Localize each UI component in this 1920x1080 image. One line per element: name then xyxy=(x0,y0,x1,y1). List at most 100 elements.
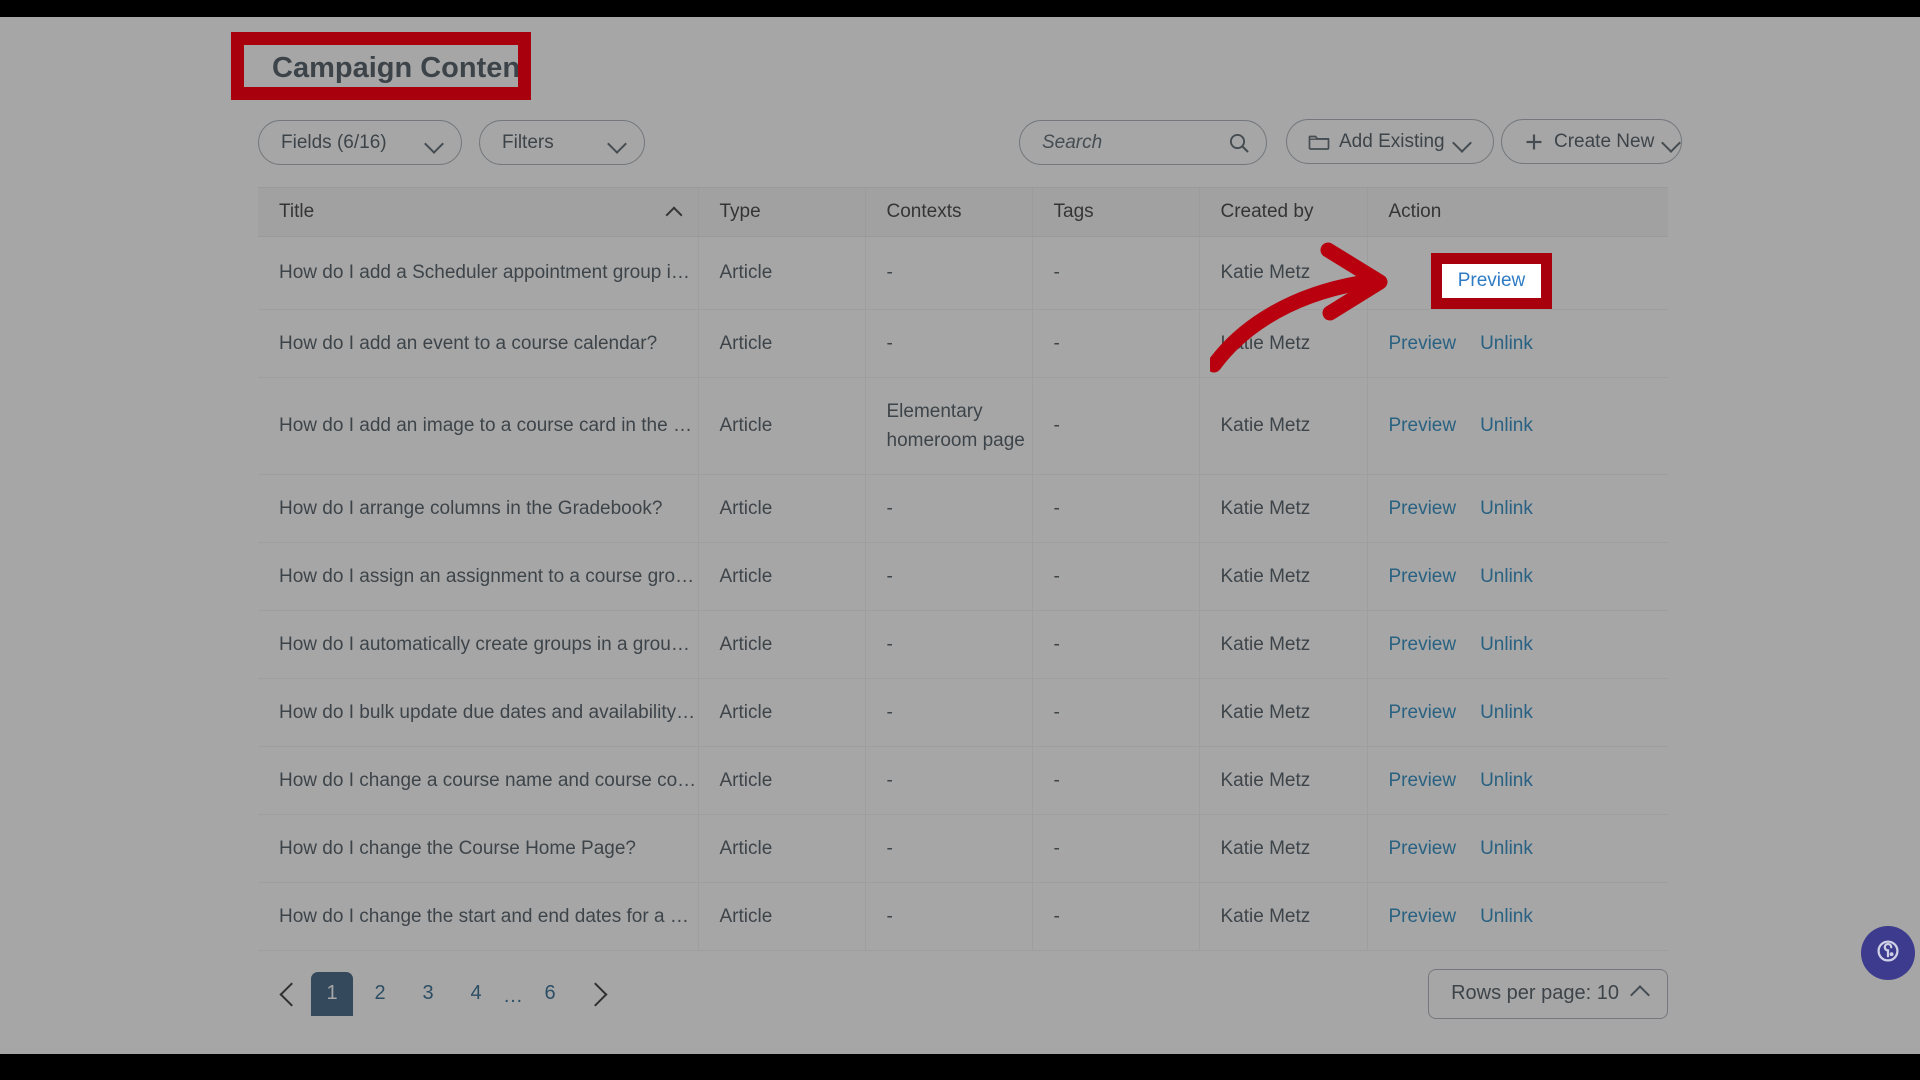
cell-action: Preview Unlink xyxy=(1367,474,1668,543)
unlink-link[interactable]: Unlink xyxy=(1480,766,1533,795)
cell-action: Preview Unlink xyxy=(1367,542,1668,611)
preview-link[interactable]: Preview xyxy=(1389,562,1457,591)
create-new-button[interactable]: Create New xyxy=(1501,119,1682,164)
cell-tags: - xyxy=(1032,309,1200,378)
unlink-link[interactable]: Unlink xyxy=(1480,834,1533,863)
preview-link[interactable]: Preview xyxy=(1389,630,1457,659)
cell-title: How do I change a course name and course… xyxy=(258,746,699,815)
chevron-left-icon xyxy=(279,986,295,1002)
pagination-page-6[interactable]: 6 xyxy=(529,972,571,1016)
cell-type: Article xyxy=(698,882,866,951)
table-row[interactable]: How do I bulk update due dates and avail… xyxy=(258,678,1668,747)
cell-title: How do I add an event to a course calend… xyxy=(258,309,699,378)
cell-created-by: Katie Metz xyxy=(1199,814,1368,883)
column-header-label: Contexts xyxy=(886,200,962,222)
cell-action: Preview Unlink xyxy=(1367,678,1668,747)
cell-type: Article xyxy=(698,746,866,815)
table-row[interactable]: How do I arrange columns in the Gradeboo… xyxy=(258,474,1668,543)
page-title-wrap: Campaign Content xyxy=(258,38,1668,98)
cell-contexts: - xyxy=(865,610,1033,679)
cell-tags: - xyxy=(1032,542,1200,611)
search-input[interactable] xyxy=(1042,131,1217,154)
filters-label: Filters xyxy=(502,131,554,153)
preview-link[interactable]: Preview xyxy=(1389,698,1457,727)
unlink-link[interactable]: Unlink xyxy=(1480,494,1533,523)
unlink-link[interactable]: Unlink xyxy=(1480,562,1533,591)
cell-title: How do I add an image to a course card i… xyxy=(258,377,699,475)
cell-type: Article xyxy=(698,309,866,378)
unlink-link[interactable]: Unlink xyxy=(1480,698,1533,727)
filters-dropdown[interactable]: Filters xyxy=(479,120,645,165)
cell-title: How do I arrange columns in the Gradeboo… xyxy=(258,474,699,543)
pagination-page-3[interactable]: 3 xyxy=(407,972,449,1016)
preview-link[interactable]: Preview xyxy=(1389,494,1457,523)
table-body: How do I add a Scheduler appointment gro… xyxy=(258,236,1668,951)
chevron-down-icon xyxy=(608,137,626,148)
cell-tags: - xyxy=(1032,474,1200,543)
search-icon xyxy=(1227,131,1251,155)
unlink-link[interactable]: Unlink xyxy=(1480,329,1533,358)
rows-per-page-label: Rows per page: 10 xyxy=(1451,982,1619,1004)
cell-created-by: Katie Metz xyxy=(1199,882,1368,951)
column-header-action[interactable]: Action xyxy=(1367,188,1668,237)
column-header-created_by[interactable]: Created by xyxy=(1199,188,1368,237)
add-existing-label: Add Existing xyxy=(1339,130,1445,152)
table-row[interactable]: How do I add an event to a course calend… xyxy=(258,309,1668,378)
preview-link[interactable]: Preview xyxy=(1389,329,1457,358)
cell-title: How do I assign an assignment to a cours… xyxy=(258,542,699,611)
table-row[interactable]: How do I change the Course Home Page? Art… xyxy=(258,814,1668,883)
cell-action: Preview Unlink xyxy=(1367,309,1668,378)
cell-title: How do I bulk update due dates and avail… xyxy=(258,678,699,747)
table-row[interactable]: How do I add an image to a course card i… xyxy=(258,377,1668,475)
pagination-prev-button[interactable] xyxy=(266,973,308,1015)
sort-ascending-icon[interactable] xyxy=(666,207,682,217)
cell-action: Preview Unlink xyxy=(1367,377,1668,475)
cell-action: Preview Unlink xyxy=(1367,610,1668,679)
cell-title: How do I change the Course Home Page? xyxy=(258,814,699,883)
pagination-page-4[interactable]: 4 xyxy=(455,972,497,1016)
cell-created-by: Katie Metz xyxy=(1199,474,1368,543)
add-existing-button[interactable]: Add Existing xyxy=(1286,119,1494,164)
search-box[interactable] xyxy=(1019,120,1267,165)
preview-link[interactable]: Preview xyxy=(1389,902,1457,931)
table-row[interactable]: How do I automatically create groups in … xyxy=(258,610,1668,679)
unlink-link[interactable]: Unlink xyxy=(1480,411,1533,440)
cell-title: How do I add a Scheduler appointment gro… xyxy=(258,236,699,310)
preview-link[interactable]: Preview xyxy=(1389,411,1457,440)
cell-type: Article xyxy=(698,610,866,679)
column-header-type[interactable]: Type xyxy=(698,188,866,237)
pagination-page-1[interactable]: 1 xyxy=(311,971,353,1016)
rows-per-page-dropdown[interactable]: Rows per page: 10 xyxy=(1428,968,1668,1019)
preview-link[interactable]: Preview xyxy=(1389,766,1457,795)
cell-action: Preview Unlink xyxy=(1367,746,1668,815)
cell-tags: - xyxy=(1032,814,1200,883)
pagination-page-2[interactable]: 2 xyxy=(359,972,401,1016)
help-widget-button[interactable] xyxy=(1861,926,1915,980)
cell-type: Article xyxy=(698,377,866,475)
table-row[interactable]: How do I add a Scheduler appointment gro… xyxy=(258,236,1668,310)
cell-contexts: - xyxy=(865,236,1033,310)
cell-title: How do I change the start and end dates … xyxy=(258,882,699,951)
column-header-label: Tags xyxy=(1053,200,1094,222)
preview-link[interactable]: Preview xyxy=(1389,834,1457,863)
browser-bottom-bar xyxy=(0,1054,1920,1080)
chevron-down-icon xyxy=(1662,136,1680,147)
table-row[interactable]: How do I change the start and end dates … xyxy=(258,882,1668,951)
cell-action: PreviewUnlink xyxy=(1367,236,1668,310)
unlink-link[interactable]: Unlink xyxy=(1480,902,1533,931)
content-table-wrap: Title Type Contexts Tags Created by Action Ho… xyxy=(258,187,1668,951)
cell-tags: - xyxy=(1032,746,1200,815)
fields-dropdown[interactable]: Fields (6/16) xyxy=(258,120,462,165)
unlink-link[interactable]: Unlink xyxy=(1480,630,1533,659)
chevron-right-icon xyxy=(587,986,603,1002)
table-row[interactable]: How do I change a course name and course… xyxy=(258,746,1668,815)
table-row[interactable]: How do I assign an assignment to a cours… xyxy=(258,542,1668,611)
column-header-tags[interactable]: Tags xyxy=(1032,188,1200,237)
column-header-contexts[interactable]: Contexts xyxy=(865,188,1033,237)
unlink-link[interactable]: Unlink xyxy=(1498,258,1551,287)
cell-type: Article xyxy=(698,678,866,747)
cell-contexts: - xyxy=(865,746,1033,815)
column-header-title[interactable]: Title xyxy=(258,188,699,237)
pagination-next-button[interactable] xyxy=(574,973,616,1015)
pagination-numbers: 1 2 3 4 … 6 xyxy=(308,971,574,1016)
